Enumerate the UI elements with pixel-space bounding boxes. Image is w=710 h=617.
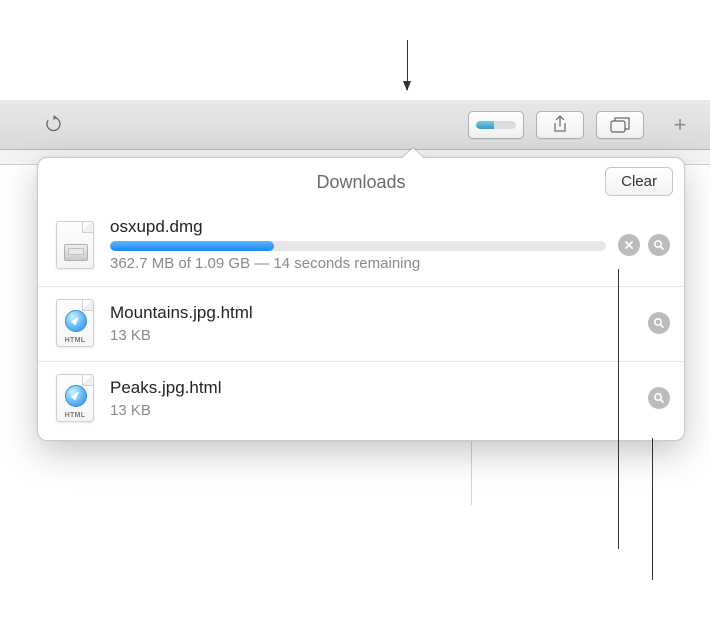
download-item: HTML Peaks.jpg.html 13 KB: [38, 362, 684, 440]
downloads-toolbar-progress: [476, 121, 516, 129]
file-icon-dmg: [56, 221, 96, 269]
popover-title: Downloads: [316, 172, 405, 193]
download-progress-fill: [110, 241, 274, 251]
downloads-toolbar-button[interactable]: [468, 111, 524, 139]
magnifier-icon: [653, 317, 665, 329]
close-icon: [623, 239, 635, 251]
reveal-in-finder-button[interactable]: [648, 234, 670, 256]
download-filename: Mountains.jpg.html: [110, 303, 636, 323]
download-status: 13 KB: [110, 327, 636, 344]
file-icon-label: HTML: [57, 412, 93, 419]
download-filename: Peaks.jpg.html: [110, 378, 636, 398]
download-item: osxupd.dmg 362.7 MB of 1.09 GB — 14 seco…: [38, 205, 684, 287]
tabs-icon: [610, 117, 630, 133]
download-info: Peaks.jpg.html 13 KB: [110, 378, 636, 419]
new-tab-button[interactable]: +: [656, 111, 704, 139]
file-icon-html: HTML: [56, 374, 96, 422]
callout-line-reveal: [652, 438, 653, 580]
reload-button[interactable]: [42, 114, 64, 136]
cancel-download-button[interactable]: [618, 234, 640, 256]
callout-line-cancel: [618, 269, 619, 549]
share-icon: [552, 115, 568, 134]
download-status: 13 KB: [110, 402, 636, 419]
downloads-list: osxupd.dmg 362.7 MB of 1.09 GB — 14 seco…: [38, 205, 684, 440]
download-info: Mountains.jpg.html 13 KB: [110, 303, 636, 344]
reload-icon: [45, 115, 62, 134]
reveal-in-finder-button[interactable]: [648, 312, 670, 334]
download-item: HTML Mountains.jpg.html 13 KB: [38, 287, 684, 362]
popover-header: Downloads Clear: [38, 158, 684, 205]
file-icon-label: HTML: [57, 337, 93, 344]
browser-toolbar: +: [0, 100, 710, 150]
clear-button[interactable]: Clear: [605, 167, 673, 196]
show-tabs-button[interactable]: [596, 111, 644, 139]
download-progress-bar: [110, 241, 606, 251]
download-info: osxupd.dmg 362.7 MB of 1.09 GB — 14 seco…: [110, 217, 606, 272]
file-icon-html: HTML: [56, 299, 96, 347]
download-filename: osxupd.dmg: [110, 217, 606, 237]
magnifier-icon: [653, 392, 665, 404]
download-status: 362.7 MB of 1.09 GB — 14 seconds remaini…: [110, 255, 606, 272]
downloads-popover: Downloads Clear osxupd.dmg 362.7 MB of 1…: [37, 157, 685, 441]
plus-icon: +: [674, 112, 687, 138]
callout-arrow-downloads: [407, 40, 408, 90]
magnifier-icon: [653, 239, 665, 251]
reveal-in-finder-button[interactable]: [648, 387, 670, 409]
share-button[interactable]: [536, 111, 584, 139]
